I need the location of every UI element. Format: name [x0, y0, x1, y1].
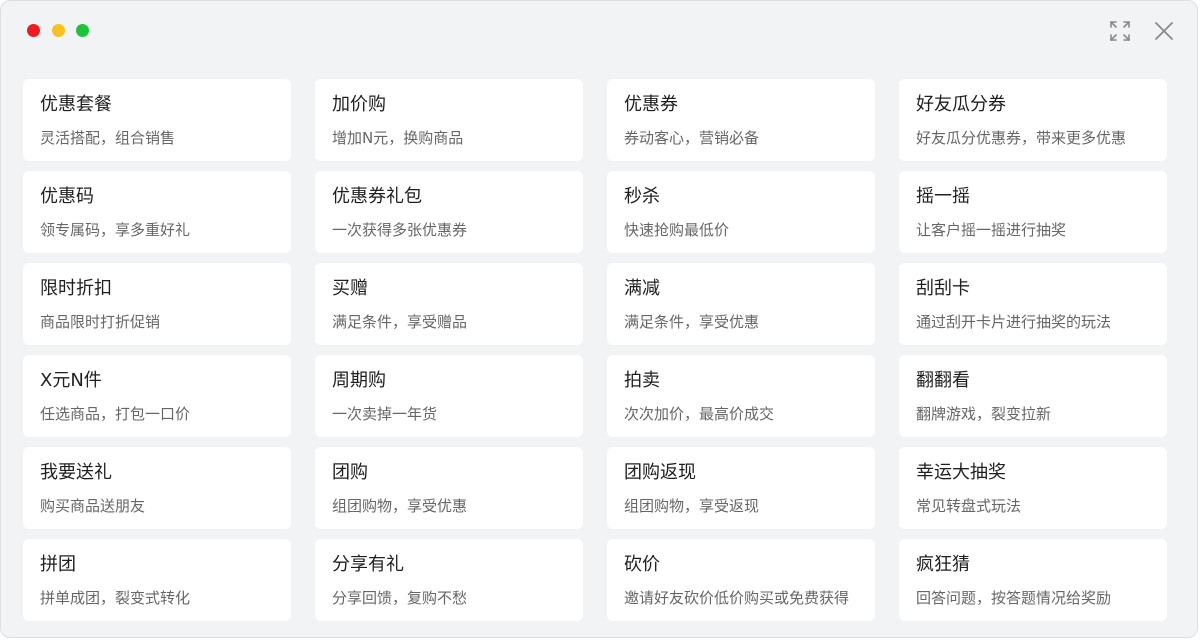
tool-card-description: 拼单成团，裂变式转化	[40, 589, 191, 607]
tool-card[interactable]: 刮刮卡通过刮开卡片进行抽奖的玩法	[899, 263, 1167, 345]
tool-card[interactable]: 秒杀 快速抢购最低价	[607, 171, 875, 253]
tool-card-title: 拼团	[40, 554, 76, 575]
tool-card-title: 幸运大抽奖	[916, 462, 1006, 483]
tool-card[interactable]: 优惠券礼包一次获得多张优惠券	[315, 171, 583, 253]
tool-card-description: 组团购物，享受优惠	[332, 497, 468, 515]
tool-card[interactable]: 好友瓜分券好友瓜分优惠券，带来更多优惠	[899, 79, 1167, 161]
tool-card[interactable]: 团购返现组团购物，享受返现	[607, 447, 875, 529]
tool-card[interactable]: 幸运大抽奖常见转盘式玩法	[899, 447, 1167, 529]
tool-card[interactable]: 买赠满足条件，享受赠品	[315, 263, 583, 345]
tool-card[interactable]: 周期购一次卖掉一年货	[315, 355, 583, 437]
tool-card[interactable]: 翻翻看翻牌游戏，裂变拉新	[899, 355, 1167, 437]
tool-card-description: 一次卖掉一年货	[332, 405, 438, 423]
tool-card-title: 团购	[332, 462, 368, 483]
window-close-dot[interactable]	[27, 24, 40, 37]
tool-card[interactable]: 分享有礼分享回馈，复购不愁	[315, 539, 583, 621]
close-x-icon[interactable]	[1152, 19, 1176, 43]
tool-card[interactable]: 摇一摇让客户摇一摇进行抽奖	[899, 171, 1167, 253]
tool-card-description: 快速抢购最低价	[624, 221, 730, 239]
tool-card-description: 满足条件，享受赠品	[332, 313, 468, 331]
tool-card-title: 优惠券礼包	[332, 186, 422, 207]
tool-card-title: 翻翻看	[916, 370, 970, 391]
tool-card[interactable]: 加价购增加N元，换购商品	[315, 79, 583, 161]
tool-card-description: 邀请好友砍价低价购买或免费获得	[624, 589, 850, 607]
marketing-tools-grid: 优惠套餐 灵活搭配，组合销售 加价购 增加N元，换购商品 优惠券 券动客心，营销必备 好友瓜…	[23, 79, 1183, 621]
tool-card-description: 商品限时打折促销	[40, 313, 161, 331]
tool-card[interactable]: 优惠套餐灵活搭配，组合销售	[23, 79, 291, 161]
tool-card-title: 优惠券	[624, 94, 678, 115]
tool-card-title: 我要送礼	[40, 462, 112, 483]
tool-card-title: 优惠码	[40, 186, 94, 207]
tool-card-title: X元N件	[40, 370, 102, 391]
tool-card-description: 次次加价，最高价成交	[624, 405, 775, 423]
tool-card-title: 满减	[624, 278, 660, 299]
tool-card-title: 限时折扣	[40, 278, 112, 299]
window-zoom-dot[interactable]	[76, 24, 89, 37]
tool-card[interactable]: 团购组团购物，享受优惠	[315, 447, 583, 529]
tool-card[interactable]: 优惠券券动客心，营销必备	[607, 79, 875, 161]
tool-card[interactable]: 砍价邀请好友砍价低价购买或免费获得	[607, 539, 875, 621]
tool-card[interactable]: 限时折扣商品限时打折促销	[23, 263, 291, 345]
tool-card-description: 回答问题，按答题情况给奖励	[916, 589, 1112, 607]
tool-card[interactable]: 我要送礼购买商品送朋友	[23, 447, 291, 529]
tool-card-description: 分享回馈，复购不愁	[332, 589, 468, 607]
tool-card-title: 砍价	[624, 554, 660, 575]
tool-card-title: 团购返现	[624, 462, 696, 483]
tool-card-title: 刮刮卡	[916, 278, 970, 299]
tool-card-title: 优惠套餐	[40, 94, 112, 115]
tool-card-title: 秒杀	[624, 186, 660, 207]
tool-card-title: 疯狂猜	[916, 554, 970, 575]
tool-card-description: 券动客心，营销必备	[624, 129, 760, 147]
tool-card-description: 常见转盘式玩法	[916, 497, 1022, 515]
tool-card-title: 买赠	[332, 278, 368, 299]
tool-card-description: 让客户摇一摇进行抽奖	[916, 221, 1067, 239]
tool-card-title: 周期购	[332, 370, 386, 391]
tool-card[interactable]: 拼团拼单成团，裂变式转化	[23, 539, 291, 621]
tool-card-title: 分享有礼	[332, 554, 404, 575]
tool-card[interactable]: X元N件任选商品，打包一口价	[23, 355, 291, 437]
tool-card[interactable]: 拍卖次次加价，最高价成交	[607, 355, 875, 437]
tool-card[interactable]: 优惠码领专属码，享多重好礼	[23, 171, 291, 253]
tool-card-title: 拍卖	[624, 370, 660, 391]
expand-arrows-icon[interactable]	[1108, 19, 1132, 43]
tool-card-title: 摇一摇	[916, 186, 970, 207]
tool-card-description: 翻牌游戏，裂变拉新	[916, 405, 1052, 423]
tool-card-title: 加价购	[332, 94, 386, 115]
tool-card-description: 通过刮开卡片进行抽奖的玩法	[916, 313, 1112, 331]
tool-card-description: 满足条件，享受优惠	[624, 313, 760, 331]
tool-card[interactable]: 满减满足条件，享受优惠	[607, 263, 875, 345]
tool-card-description: 组团购物，享受返现	[624, 497, 760, 515]
tool-card-description: 灵活搭配，组合销售	[40, 129, 176, 147]
tool-card-description: 任选商品，打包一口价	[40, 405, 191, 423]
tool-card-title: 好友瓜分券	[916, 94, 1006, 115]
tool-card-description: 领专属码，享多重好礼	[40, 221, 191, 239]
tool-card-description: 一次获得多张优惠券	[332, 221, 468, 239]
tool-card-description: 增加N元，换购商品	[332, 129, 464, 147]
title-bar	[1, 1, 1197, 59]
tool-card-description: 好友瓜分优惠券，带来更多优惠	[916, 129, 1127, 147]
tool-card-description: 购买商品送朋友	[40, 497, 146, 515]
tool-card[interactable]: 疯狂猜回答问题，按答题情况给奖励	[899, 539, 1167, 621]
app-window: 优惠套餐 灵活搭配，组合销售 加价购 增加N元，换购商品 优惠券 券动客心，营销必备 好友瓜…	[0, 0, 1198, 638]
window-minimize-dot[interactable]	[52, 24, 65, 37]
